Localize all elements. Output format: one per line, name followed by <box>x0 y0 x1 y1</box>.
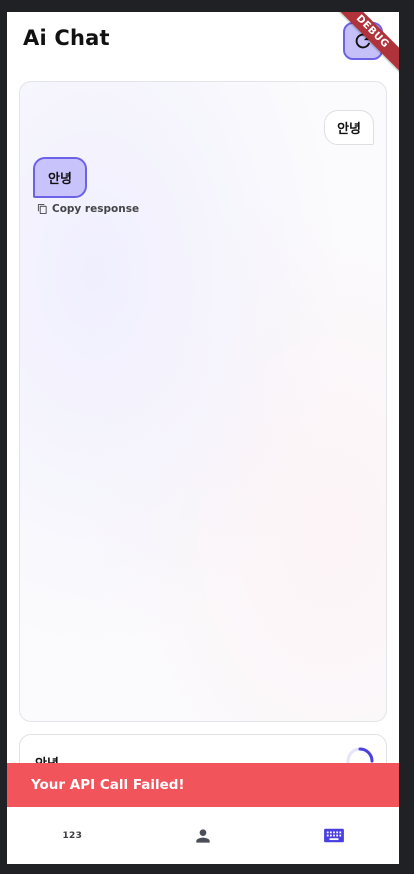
chat-panel: 안녕 안녕 Copy response <box>19 81 387 722</box>
error-snackbar: Your API Call Failed! <box>7 763 399 807</box>
keyboard-icon <box>323 828 344 842</box>
person-icon <box>196 828 210 843</box>
nav-item-profile[interactable] <box>138 807 269 864</box>
nav-item-keyboard[interactable] <box>268 807 399 864</box>
bottom-nav: 123 <box>7 807 399 864</box>
copy-icon <box>37 203 47 215</box>
snackbar-message: Your API Call Failed! <box>31 777 185 793</box>
copy-response-label: Copy response <box>52 203 140 215</box>
nav-item-numbers[interactable]: 123 <box>7 807 138 864</box>
assistant-message-bubble: 안녕 <box>33 157 87 198</box>
app-frame: Ai Chat DEBUG 안녕 안녕 Copy response 안녕 You… <box>7 12 399 864</box>
user-message-bubble: 안녕 <box>324 110 374 145</box>
page-title: Ai Chat <box>23 26 110 50</box>
numbers-icon: 123 <box>62 830 83 841</box>
app-header: Ai Chat <box>7 12 399 74</box>
copy-response-button[interactable]: Copy response <box>37 203 139 215</box>
